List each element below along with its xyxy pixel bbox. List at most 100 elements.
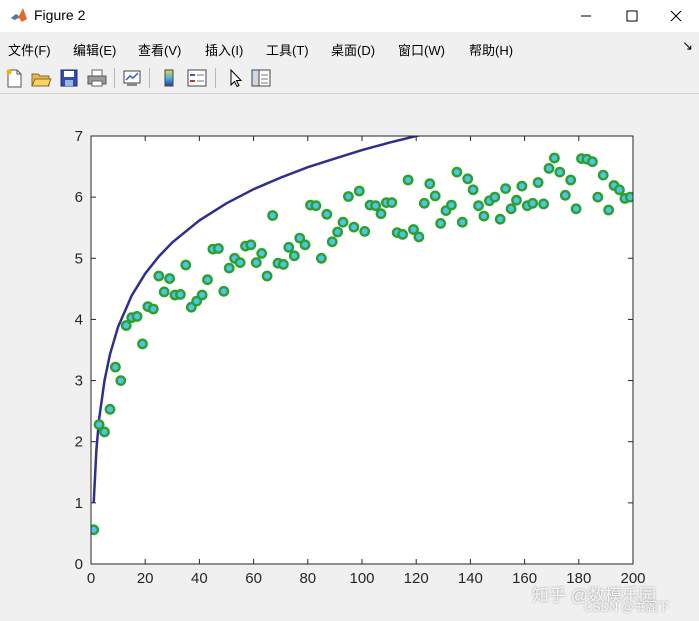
data-point bbox=[261, 270, 273, 282]
colorbar-button[interactable] bbox=[158, 67, 180, 89]
figure-canvas[interactable]: 0 20 40 60 80 100 120 140 160 180 200 0 1 2 3 4 5 6 7 bbox=[0, 95, 699, 621]
menu-bar: 文件(F) 编辑(E) 查看(V) 插入(I) 工具(T) 桌面(D) 窗口(W… bbox=[0, 35, 699, 61]
data-point bbox=[413, 231, 425, 243]
figure-toolbar bbox=[0, 63, 699, 94]
data-point bbox=[603, 204, 614, 216]
data-point bbox=[137, 338, 148, 350]
data-point bbox=[451, 166, 463, 178]
link-plot-icon bbox=[123, 70, 141, 86]
data-point bbox=[310, 200, 322, 212]
dock-arrow-icon[interactable]: ↘ bbox=[682, 38, 693, 54]
print-icon bbox=[87, 69, 107, 87]
data-point bbox=[348, 221, 360, 233]
y-tick-label: 7 bbox=[75, 128, 83, 145]
data-point bbox=[326, 236, 338, 248]
x-tick-label: 80 bbox=[299, 570, 316, 587]
data-point bbox=[234, 257, 246, 269]
data-point bbox=[516, 180, 528, 192]
data-point bbox=[565, 174, 577, 186]
data-point bbox=[397, 228, 408, 240]
save-button[interactable] bbox=[58, 67, 80, 89]
data-point bbox=[375, 208, 387, 220]
x-tick-label: 40 bbox=[191, 570, 208, 587]
data-point bbox=[424, 178, 436, 190]
pointer-button[interactable] bbox=[224, 67, 246, 89]
menu-tools[interactable]: 工具(T) bbox=[266, 40, 309, 59]
data-point bbox=[473, 200, 484, 212]
data-point bbox=[467, 184, 479, 196]
data-point bbox=[245, 239, 257, 251]
legend-button[interactable] bbox=[186, 67, 208, 89]
maximize-button[interactable] bbox=[609, 0, 655, 32]
data-point bbox=[321, 208, 333, 220]
menu-desktop[interactable]: 桌面(D) bbox=[331, 40, 375, 59]
data-point bbox=[256, 247, 268, 259]
data-point bbox=[250, 257, 262, 269]
property-inspector-icon bbox=[251, 69, 271, 87]
scatter-plot[interactable]: 0 20 40 60 80 100 120 140 160 180 20001234567 bbox=[0, 95, 699, 621]
legend-icon bbox=[187, 69, 207, 87]
close-button[interactable] bbox=[653, 0, 699, 32]
data-point bbox=[386, 197, 398, 209]
y-tick-label: 2 bbox=[75, 434, 83, 451]
data-point bbox=[597, 169, 609, 181]
data-point bbox=[212, 243, 224, 254]
save-icon bbox=[60, 69, 78, 87]
link-plot-button[interactable] bbox=[121, 67, 143, 89]
minimize-button[interactable] bbox=[563, 0, 609, 32]
menu-insert[interactable]: 插入(I) bbox=[205, 40, 243, 59]
data-point bbox=[120, 320, 132, 331]
x-tick-label: 0 bbox=[87, 570, 95, 587]
y-tick-label: 5 bbox=[75, 250, 83, 267]
data-point bbox=[554, 166, 566, 178]
data-point bbox=[153, 270, 165, 282]
menu-window[interactable]: 窗口(W) bbox=[398, 40, 445, 59]
y-tick-label: 1 bbox=[75, 495, 83, 512]
minimize-icon bbox=[581, 15, 591, 17]
data-point bbox=[180, 259, 192, 271]
colorbar-icon bbox=[164, 69, 174, 87]
data-point bbox=[549, 152, 560, 164]
y-tick-label: 6 bbox=[75, 189, 83, 206]
y-tick-label: 0 bbox=[75, 556, 83, 573]
data-point bbox=[104, 403, 116, 415]
data-point bbox=[456, 216, 468, 228]
open-file-button[interactable] bbox=[30, 67, 52, 89]
print-button[interactable] bbox=[86, 67, 108, 89]
data-point bbox=[337, 216, 349, 228]
data-point bbox=[332, 226, 343, 238]
data-point bbox=[435, 217, 446, 229]
close-icon bbox=[670, 10, 682, 22]
x-tick-label: 120 bbox=[404, 570, 429, 587]
data-point bbox=[342, 191, 354, 202]
menu-edit[interactable]: 编辑(E) bbox=[73, 40, 116, 59]
data-point bbox=[505, 203, 517, 215]
menu-file[interactable]: 文件(F) bbox=[8, 40, 51, 59]
data-point bbox=[489, 191, 501, 203]
data-point bbox=[370, 200, 381, 212]
y-tick-label: 3 bbox=[75, 373, 83, 390]
data-point bbox=[587, 156, 598, 168]
property-inspector-button[interactable] bbox=[250, 67, 272, 89]
data-point bbox=[110, 361, 121, 373]
data-point bbox=[478, 210, 490, 222]
data-point bbox=[543, 163, 555, 174]
data-point bbox=[277, 258, 289, 270]
data-point bbox=[288, 250, 300, 262]
data-point bbox=[196, 289, 208, 301]
menu-view[interactable]: 查看(V) bbox=[138, 40, 181, 59]
data-point bbox=[158, 286, 170, 298]
toolbar-separator bbox=[149, 68, 150, 88]
data-point bbox=[494, 213, 506, 225]
data-point bbox=[402, 174, 414, 186]
new-figure-button[interactable] bbox=[3, 67, 25, 89]
data-point bbox=[174, 288, 186, 300]
menu-help[interactable]: 帮助(H) bbox=[469, 40, 513, 59]
data-point bbox=[429, 190, 441, 202]
data-point bbox=[532, 177, 544, 188]
data-point bbox=[500, 183, 511, 195]
data-point bbox=[131, 310, 143, 322]
matlab-logo-icon bbox=[10, 6, 28, 24]
data-point bbox=[570, 203, 582, 215]
data-point bbox=[418, 197, 430, 209]
